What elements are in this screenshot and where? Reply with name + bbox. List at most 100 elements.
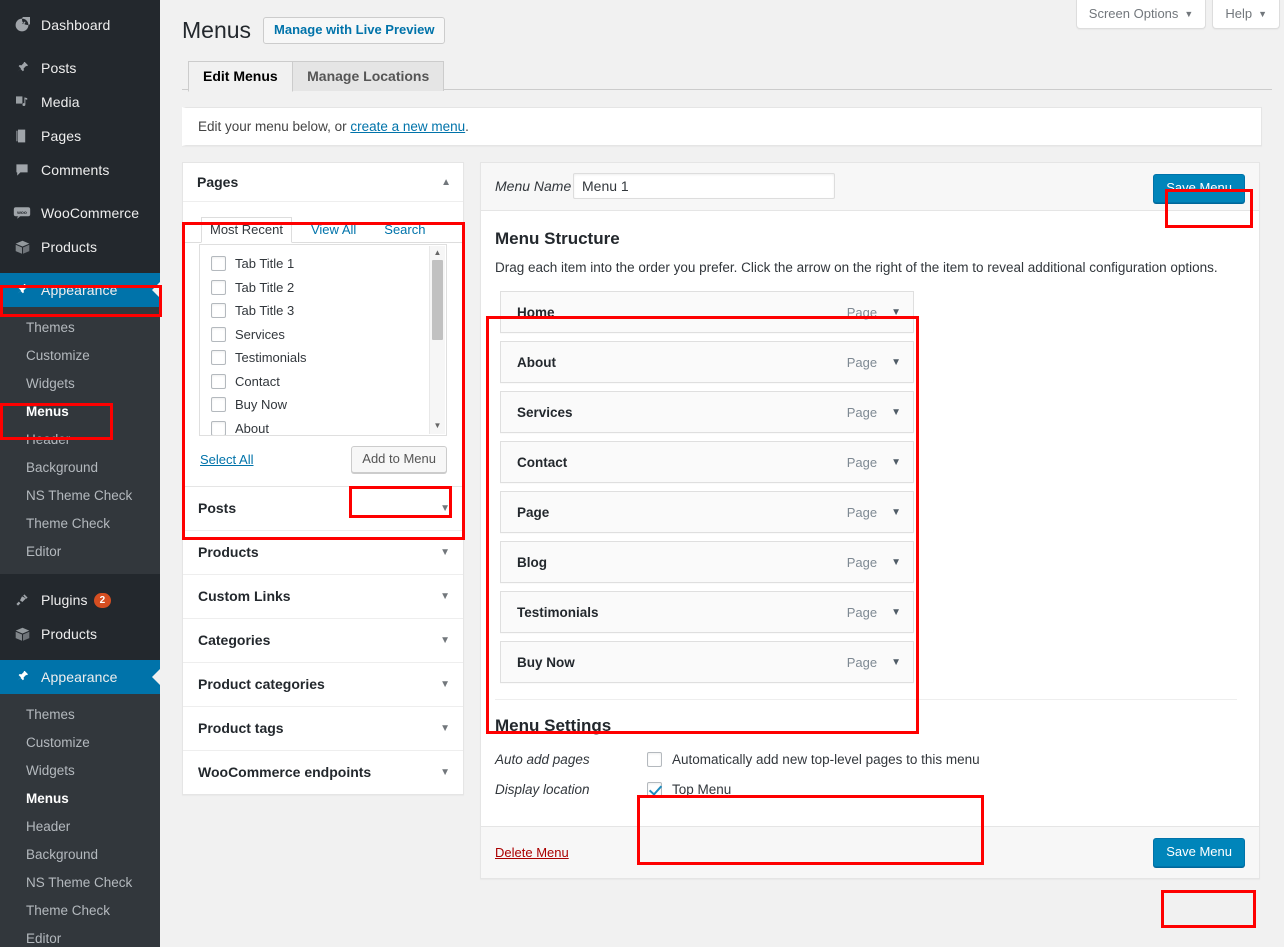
- chevron-down-icon[interactable]: ▼: [440, 591, 450, 602]
- list-item[interactable]: Tab Title 3: [211, 299, 446, 323]
- accordion-product-tags[interactable]: Product tags▼: [183, 706, 463, 750]
- menu-item-blog[interactable]: Blog Page ▼: [500, 541, 914, 583]
- accordion-posts[interactable]: Posts▼: [183, 487, 463, 530]
- screen-options-button[interactable]: Screen Options▼: [1076, 0, 1207, 29]
- chevron-down-icon[interactable]: ▼: [440, 723, 450, 734]
- pages-checklist-scrollbar[interactable]: ▲ ▼: [429, 246, 445, 434]
- add-to-menu-button[interactable]: Add to Menu: [351, 446, 447, 473]
- sidebar-item-dashboard[interactable]: Dashboard: [0, 8, 160, 42]
- sidebar-subitem-ns-theme-check[interactable]: NS Theme Check: [0, 482, 160, 510]
- checkbox-tab-title-1[interactable]: [211, 256, 226, 271]
- menu-item-testimonials[interactable]: Testimonials Page ▼: [500, 591, 914, 633]
- sidebar-subitem-background[interactable]: Background: [0, 454, 160, 482]
- menu-item-page[interactable]: Page Page ▼: [500, 491, 914, 533]
- accordion-product-categories[interactable]: Product categories▼: [183, 662, 463, 706]
- sidebar-item-comments[interactable]: Comments: [0, 153, 160, 187]
- chevron-down-icon[interactable]: ▼: [891, 657, 901, 668]
- chevron-down-icon[interactable]: ▼: [891, 507, 901, 518]
- menu-name-input[interactable]: [573, 173, 835, 199]
- menu-item-buy-now[interactable]: Buy Now Page ▼: [500, 641, 914, 683]
- save-menu-button-bottom[interactable]: Save Menu: [1153, 838, 1245, 867]
- sidebar-item-products-2[interactable]: Products: [0, 617, 160, 651]
- sidebar-item-pages[interactable]: Pages: [0, 119, 160, 153]
- chevron-down-icon[interactable]: ▼: [440, 679, 450, 690]
- list-item[interactable]: Contact: [211, 370, 446, 394]
- sidebar-item-posts[interactable]: Posts: [0, 51, 160, 85]
- pages-checklist[interactable]: Tab Title 1 Tab Title 2 Tab Title 3 Serv…: [199, 244, 447, 436]
- sidebar-item-appearance[interactable]: Appearance: [0, 273, 160, 307]
- checkbox-auto-add-pages[interactable]: [647, 752, 662, 767]
- checkbox-services[interactable]: [211, 327, 226, 342]
- tab-search[interactable]: Search: [375, 217, 434, 243]
- sidebar-item-plugins[interactable]: Plugins 2: [0, 583, 160, 617]
- scrollbar-thumb[interactable]: [432, 260, 443, 340]
- tab-view-all[interactable]: View All: [302, 217, 365, 243]
- sidebar-item-media[interactable]: Media: [0, 85, 160, 119]
- checkbox-buy-now[interactable]: [211, 397, 226, 412]
- menu-item-about[interactable]: About Page ▼: [500, 341, 914, 383]
- accordion-products[interactable]: Products▼: [183, 530, 463, 574]
- manage-with-live-preview-button[interactable]: Manage with Live Preview: [263, 17, 445, 44]
- chevron-up-icon[interactable]: ▲: [441, 177, 451, 188]
- display-location-control[interactable]: Top Menu: [647, 782, 731, 797]
- list-item[interactable]: Tab Title 1: [211, 252, 446, 276]
- sidebar-subitem-ns-theme-check-2[interactable]: NS Theme Check: [0, 869, 160, 897]
- select-all-link[interactable]: Select All: [200, 452, 253, 467]
- chevron-down-icon[interactable]: ▼: [891, 357, 901, 368]
- tab-most-recent[interactable]: Most Recent: [201, 217, 292, 243]
- checkbox-tab-title-2[interactable]: [211, 280, 226, 295]
- chevron-down-icon[interactable]: ▼: [440, 635, 450, 646]
- sidebar-subitem-widgets-2[interactable]: Widgets: [0, 757, 160, 785]
- sidebar-subitem-themes[interactable]: Themes: [0, 314, 160, 342]
- checkbox-about[interactable]: [211, 421, 226, 436]
- tab-edit-menus[interactable]: Edit Menus: [188, 61, 293, 92]
- list-item[interactable]: Testimonials: [211, 346, 446, 370]
- chevron-down-icon[interactable]: ▼: [891, 557, 901, 568]
- sidebar-subitem-menus[interactable]: Menus: [0, 398, 160, 426]
- chevron-down-icon[interactable]: ▼: [440, 503, 450, 514]
- sidebar-subitem-header-2[interactable]: Header: [0, 813, 160, 841]
- sidebar-subitem-themes-2[interactable]: Themes: [0, 701, 160, 729]
- sidebar-subitem-editor[interactable]: Editor: [0, 538, 160, 566]
- chevron-down-icon[interactable]: ▼: [891, 607, 901, 618]
- checkbox-tab-title-3[interactable]: [211, 303, 226, 318]
- scroll-up-icon[interactable]: ▲: [430, 247, 445, 259]
- sidebar-subitem-customize[interactable]: Customize: [0, 342, 160, 370]
- sidebar-subitem-menus-2[interactable]: Menus: [0, 785, 160, 813]
- delete-menu-link[interactable]: Delete Menu: [495, 845, 569, 860]
- chevron-down-icon[interactable]: ▼: [891, 457, 901, 468]
- menu-item-contact[interactable]: Contact Page ▼: [500, 441, 914, 483]
- sidebar-subitem-header[interactable]: Header: [0, 426, 160, 454]
- sidebar-subitem-theme-check-2[interactable]: Theme Check: [0, 897, 160, 925]
- sidebar-subitem-theme-check[interactable]: Theme Check: [0, 510, 160, 538]
- chevron-down-icon[interactable]: ▼: [891, 407, 901, 418]
- list-item[interactable]: About: [211, 417, 446, 437]
- menu-item-services[interactable]: Services Page ▼: [500, 391, 914, 433]
- accordion-custom-links[interactable]: Custom Links▼: [183, 574, 463, 618]
- checkbox-top-menu[interactable]: [647, 782, 662, 797]
- tab-manage-locations[interactable]: Manage Locations: [292, 61, 444, 91]
- list-item[interactable]: Buy Now: [211, 393, 446, 417]
- help-button[interactable]: Help▼: [1212, 0, 1280, 29]
- sidebar-item-woocommerce[interactable]: woo WooCommerce: [0, 196, 160, 230]
- menu-item-home[interactable]: Home Page ▼: [500, 291, 914, 333]
- list-item[interactable]: Services: [211, 323, 446, 347]
- chevron-down-icon[interactable]: ▼: [440, 767, 450, 778]
- save-menu-button-top[interactable]: Save Menu: [1153, 174, 1245, 203]
- accordion-woocommerce-endpoints[interactable]: WooCommerce endpoints▼: [183, 750, 463, 794]
- sidebar-subitem-background-2[interactable]: Background: [0, 841, 160, 869]
- scroll-down-icon[interactable]: ▼: [430, 420, 445, 432]
- list-item[interactable]: Tab Title 2: [211, 276, 446, 300]
- chevron-down-icon[interactable]: ▼: [440, 547, 450, 558]
- sidebar-subitem-editor-2[interactable]: Editor: [0, 925, 160, 947]
- sidebar-subitem-widgets[interactable]: Widgets: [0, 370, 160, 398]
- chevron-down-icon[interactable]: ▼: [891, 307, 901, 318]
- sidebar-item-appearance-2[interactable]: Appearance: [0, 660, 160, 694]
- checkbox-contact[interactable]: [211, 374, 226, 389]
- create-new-menu-link[interactable]: create a new menu: [350, 119, 465, 134]
- auto-add-pages-control[interactable]: Automatically add new top-level pages to…: [647, 752, 980, 767]
- checkbox-testimonials[interactable]: [211, 350, 226, 365]
- sidebar-item-products[interactable]: Products: [0, 230, 160, 264]
- pages-postbox-header[interactable]: Pages ▲: [183, 163, 463, 202]
- accordion-categories[interactable]: Categories▼: [183, 618, 463, 662]
